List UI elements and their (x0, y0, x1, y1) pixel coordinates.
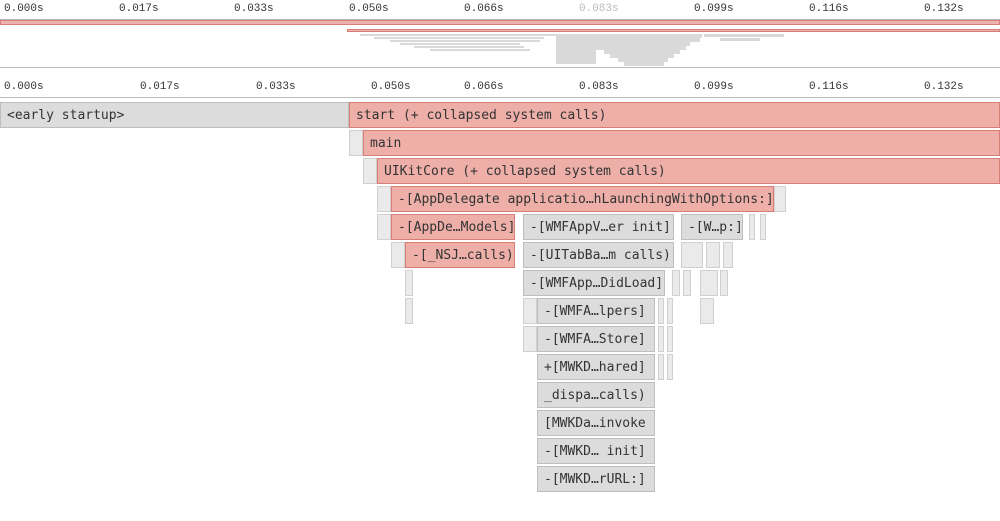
flame-sliver[interactable] (700, 270, 718, 296)
ruler-tick: 0.132s (924, 81, 964, 93)
flame-row: -[MWKD…rURL:] (0, 466, 1000, 492)
flame-sliver[interactable] (667, 354, 673, 380)
flame-frame[interactable]: -[MWKD… init] (537, 438, 655, 464)
ruler-tick: 0.116s (809, 81, 849, 93)
flame-sliver[interactable] (658, 326, 664, 352)
ruler-tick: 0.116s (809, 3, 849, 15)
flame-sliver[interactable] (706, 242, 720, 268)
main-time-ruler: 0.000s 0.017s 0.033s 0.050s 0.066s 0.083s 0.09… (0, 78, 1000, 98)
ruler-tick: 0.050s (349, 3, 389, 15)
overview-time-ruler: 0.000s 0.017s 0.033s 0.050s 0.066s 0.083s 0.09… (0, 0, 1000, 20)
flame-row: -[WMFApp…DidLoad] (0, 270, 1000, 296)
flame-frame[interactable]: -[WMFA…Store] (537, 326, 655, 352)
flame-frame[interactable]: -[AppDelegate applicatio…hLaunchingWithO… (391, 186, 774, 212)
flame-sliver[interactable] (523, 326, 537, 352)
flame-row: _dispa…calls) (0, 382, 1000, 408)
overview-bar (704, 34, 784, 37)
ruler-tick: 0.132s (924, 3, 964, 15)
flame-sliver[interactable] (700, 298, 714, 324)
ruler-tick: 0.099s (694, 81, 734, 93)
flame-sliver[interactable] (658, 298, 664, 324)
ruler-tick: 0.099s (694, 3, 734, 15)
flame-row: -[_NSJ…calls) -[UITabBa…m calls) (0, 242, 1000, 268)
flame-sliver[interactable] (523, 298, 537, 324)
ruler-tick: 0.000s (4, 3, 44, 15)
flame-frame[interactable]: start (+ collapsed system calls) (349, 102, 1000, 128)
flame-sliver[interactable] (349, 130, 363, 156)
overview-bar (624, 62, 664, 66)
flame-row: +[MWKD…hared] (0, 354, 1000, 380)
overview-bar (400, 43, 520, 45)
flame-frame[interactable]: _dispa…calls) (537, 382, 655, 408)
flame-row: -[AppDelegate applicatio…hLaunchingWithO… (0, 186, 1000, 212)
flame-frame[interactable]: -[AppDe…Models] (391, 214, 515, 240)
flame-sliver[interactable] (720, 270, 728, 296)
overview-bar (390, 40, 540, 42)
overview-bar (430, 49, 530, 51)
flame-frame[interactable]: -[MWKD…rURL:] (537, 466, 655, 492)
flame-sliver[interactable] (760, 214, 766, 240)
flame-row: UIKitCore (+ collapsed system calls) (0, 158, 1000, 184)
flame-sliver[interactable] (405, 298, 413, 324)
flame-frame[interactable]: -[WMFApp…DidLoad] (523, 270, 665, 296)
flame-sliver[interactable] (658, 354, 664, 380)
flame-frame[interactable]: <early startup> (0, 102, 349, 128)
flame-sliver[interactable] (363, 158, 377, 184)
flame-frame[interactable]: main (363, 130, 1000, 156)
overview-highlight (347, 29, 1000, 32)
flame-sliver[interactable] (749, 214, 755, 240)
ruler-tick: 0.066s (464, 81, 504, 93)
overview-bar (720, 38, 760, 41)
flame-sliver[interactable] (667, 298, 673, 324)
flame-row: -[WMFA…lpers] (0, 298, 1000, 324)
flame-row: -[WMFA…Store] (0, 326, 1000, 352)
flame-frame[interactable]: -[WMFA…lpers] (537, 298, 655, 324)
ruler-tick: 0.083s (579, 81, 619, 93)
flame-frame[interactable]: +[MWKD…hared] (537, 354, 655, 380)
ruler-tick: 0.066s (464, 3, 504, 15)
flame-sliver[interactable] (377, 214, 391, 240)
flame-frame[interactable]: UIKitCore (+ collapsed system calls) (377, 158, 1000, 184)
flame-sliver[interactable] (391, 242, 405, 268)
ruler-tick: 0.033s (234, 3, 274, 15)
overview-bar (360, 34, 560, 36)
flame-row: <early startup>start (+ collapsed system… (0, 102, 1000, 128)
flame-frame[interactable]: -[_NSJ…calls) (405, 242, 515, 268)
overview-highlight (0, 20, 1000, 25)
overview-bar (414, 46, 524, 48)
flame-row: -[MWKD… init] (0, 438, 1000, 464)
ruler-tick: 0.017s (140, 81, 180, 93)
ruler-tick: 0.050s (371, 81, 411, 93)
flame-sliver[interactable] (405, 270, 413, 296)
flame-sliver[interactable] (774, 186, 786, 212)
ruler-tick: 0.033s (256, 81, 296, 93)
flame-frame[interactable]: [MWKDa…invoke (537, 410, 655, 436)
flame-frame[interactable]: -[UITabBa…m calls) (523, 242, 674, 268)
gap (0, 68, 1000, 78)
flame-graph[interactable]: <early startup>start (+ collapsed system… (0, 98, 1000, 518)
flame-row: main (0, 130, 1000, 156)
flame-frame[interactable]: -[W…p:] (681, 214, 743, 240)
flame-sliver[interactable] (681, 242, 703, 268)
ruler-tick: 0.000s (4, 81, 44, 93)
flame-row: -[AppDe…Models] -[WMFAppV…er init] -[W…p:] (0, 214, 1000, 240)
ruler-tick: 0.017s (119, 3, 159, 15)
flame-sliver[interactable] (683, 270, 691, 296)
flame-frame[interactable]: -[WMFAppV…er init] (523, 214, 674, 240)
overview-bar (374, 37, 544, 39)
ruler-tick: 0.083s (579, 3, 619, 15)
flame-sliver[interactable] (672, 270, 680, 296)
flame-sliver[interactable] (667, 326, 673, 352)
flame-sliver[interactable] (377, 186, 391, 212)
flame-sliver[interactable] (723, 242, 733, 268)
overview-activity-track[interactable] (0, 20, 1000, 68)
flame-row: [MWKDa…invoke (0, 410, 1000, 436)
